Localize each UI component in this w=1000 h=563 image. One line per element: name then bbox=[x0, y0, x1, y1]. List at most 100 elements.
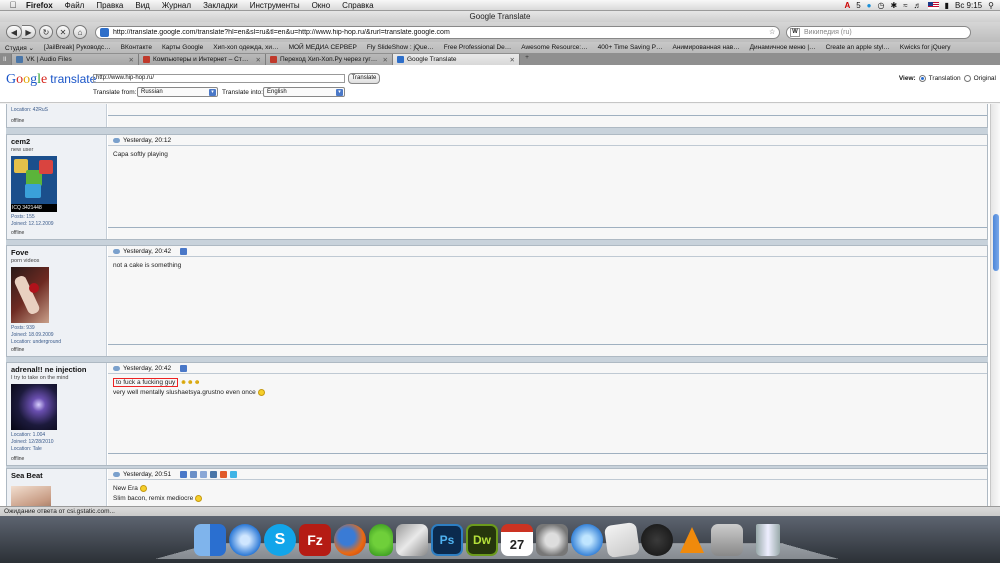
tab-vk-audio[interactable]: VK | Audio Files ✕ bbox=[12, 54, 139, 65]
close-icon[interactable]: ✕ bbox=[256, 56, 261, 64]
battery-icon[interactable]: ▮ bbox=[945, 1, 949, 10]
bookmark-item[interactable]: Динамичное меню |… bbox=[745, 44, 821, 51]
itunes-icon[interactable] bbox=[571, 524, 603, 556]
avatar[interactable]: ICQ 3421448 bbox=[11, 156, 57, 212]
tab-computers[interactable]: Компьютеры и Интернет – Ст… ✕ bbox=[139, 54, 266, 65]
link-icon[interactable] bbox=[200, 470, 208, 478]
source-language-select[interactable]: Russian ▾ bbox=[137, 87, 218, 97]
bookmark-item[interactable]: Анимированная нав… bbox=[667, 44, 744, 51]
volume-icon[interactable]: ♬ bbox=[914, 1, 922, 10]
apple-icon[interactable]:  bbox=[6, 0, 20, 10]
google-translate-logo[interactable]: Google translate bbox=[6, 72, 96, 88]
menu-view[interactable]: Вид bbox=[129, 1, 155, 10]
home-button[interactable]: ⌂ bbox=[73, 25, 87, 39]
stop-button[interactable]: ✕ bbox=[56, 25, 70, 39]
twitter-icon[interactable] bbox=[230, 470, 238, 478]
target-language-select[interactable]: English ▾ bbox=[263, 87, 345, 97]
adium-icon[interactable] bbox=[369, 524, 393, 556]
filezilla-icon[interactable]: Fz bbox=[299, 524, 331, 556]
tab-google-translate[interactable]: Google Translate ✕ bbox=[393, 54, 520, 65]
quote-icon[interactable] bbox=[180, 247, 188, 255]
tab-hiphop[interactable]: Переход Хип-Хоп.Ру через гуг… ✕ bbox=[266, 54, 393, 65]
menu-window[interactable]: Окно bbox=[306, 1, 337, 10]
bookmark-item[interactable]: Kwicks for jQuery bbox=[895, 44, 956, 51]
trash-icon[interactable] bbox=[756, 524, 780, 556]
preview-icon[interactable] bbox=[603, 521, 641, 559]
reload-button[interactable]: ↻ bbox=[39, 25, 53, 39]
menu-firefox[interactable]: Firefox bbox=[20, 1, 59, 10]
bookmark-item[interactable]: Студия ⌄ bbox=[0, 44, 39, 52]
xbmc-icon[interactable] bbox=[641, 524, 673, 556]
avatar[interactable] bbox=[11, 267, 49, 323]
menu-history[interactable]: Журнал bbox=[156, 1, 197, 10]
us-flag-icon[interactable] bbox=[927, 2, 939, 9]
vlc-icon[interactable] bbox=[676, 524, 708, 556]
firefox-icon[interactable] bbox=[334, 524, 366, 556]
dreamweaver-icon[interactable]: Dw bbox=[466, 524, 498, 556]
parallels-icon[interactable] bbox=[396, 524, 428, 556]
photoshop-icon[interactable]: Ps bbox=[431, 524, 463, 556]
skype-status-icon[interactable]: ● bbox=[867, 1, 872, 10]
bookmark-item[interactable]: [JailBreak] Руководс… bbox=[39, 44, 116, 51]
automator-icon[interactable] bbox=[711, 524, 743, 556]
skype-icon[interactable]: S bbox=[264, 524, 296, 556]
tab-pause-icon[interactable]: II bbox=[0, 54, 12, 65]
bookmark-star-icon[interactable]: ☆ bbox=[769, 28, 779, 36]
vk-share-icon[interactable] bbox=[210, 470, 218, 478]
bookmark-item[interactable]: Free Professional De… bbox=[439, 44, 517, 51]
menu-tools[interactable]: Инструменты bbox=[244, 1, 306, 10]
finder-icon[interactable] bbox=[194, 524, 226, 556]
view-original-label[interactable]: Original bbox=[974, 75, 996, 82]
profile-icon[interactable] bbox=[190, 470, 198, 478]
ical-icon[interactable]: 27 bbox=[501, 524, 533, 556]
bookmark-item[interactable]: Fly SlideShow : jQue… bbox=[362, 44, 439, 51]
bookmark-item[interactable]: Awesome Resource:… bbox=[516, 44, 592, 51]
safari-icon[interactable] bbox=[229, 524, 261, 556]
search-box[interactable]: W Википедия (ru) bbox=[786, 25, 971, 39]
system-preferences-icon[interactable] bbox=[536, 524, 568, 556]
close-icon[interactable]: ✕ bbox=[129, 56, 134, 64]
forward-button[interactable]: ▶ bbox=[22, 25, 36, 39]
post-username[interactable]: cem2 bbox=[11, 137, 102, 146]
clock[interactable]: Вс 9:15 bbox=[955, 1, 982, 10]
quote-icon[interactable] bbox=[180, 364, 188, 372]
translate-button[interactable]: Translate bbox=[348, 73, 380, 84]
time-machine-icon[interactable]: ◷ bbox=[878, 1, 885, 10]
post-username[interactable]: adrenal!! ne injection bbox=[11, 365, 102, 374]
wikipedia-icon[interactable]: W bbox=[790, 27, 800, 37]
post-username[interactable]: Fove bbox=[11, 248, 102, 257]
bookmark-item[interactable]: МОЙ МЕДИА СЕРВЕР bbox=[284, 44, 362, 51]
spotlight-icon[interactable]: ⚲ bbox=[988, 1, 994, 10]
view-translation-label[interactable]: Translation bbox=[929, 75, 961, 82]
vertical-scrollbar[interactable] bbox=[990, 104, 1000, 506]
new-tab-button[interactable]: + bbox=[520, 54, 534, 65]
close-icon[interactable]: ✕ bbox=[383, 56, 388, 64]
view-translation-radio[interactable] bbox=[918, 75, 926, 82]
address-text[interactable]: http://translate.google.com/translate?hl… bbox=[113, 29, 769, 36]
adobe-icon[interactable]: A bbox=[844, 1, 850, 10]
wifi-icon[interactable]: ≈ bbox=[903, 1, 907, 10]
post-username[interactable]: Sea Beat bbox=[11, 471, 102, 480]
quote-icon[interactable] bbox=[180, 470, 188, 478]
bookmark-item[interactable]: Хип-хоп одежда, хи… bbox=[208, 44, 283, 51]
avatar[interactable] bbox=[11, 486, 51, 506]
bookmark-item[interactable]: 400+ Time Saving P… bbox=[593, 44, 668, 51]
menu-bookmarks[interactable]: Закладки bbox=[197, 1, 244, 10]
bookmark-item[interactable]: Карты Google bbox=[157, 44, 208, 51]
menu-help[interactable]: Справка bbox=[336, 1, 379, 10]
avatar[interactable] bbox=[11, 384, 57, 430]
menu-edit[interactable]: Правка bbox=[90, 1, 129, 10]
bookmark-item[interactable]: ВКонтакте bbox=[116, 44, 157, 51]
bookmark-item[interactable]: Create an apple styl… bbox=[821, 44, 895, 51]
close-icon[interactable]: ✕ bbox=[510, 56, 515, 64]
search-placeholder[interactable]: Википедия (ru) bbox=[804, 29, 852, 36]
scrollbar-thumb[interactable] bbox=[993, 214, 999, 271]
view-original-radio[interactable] bbox=[963, 75, 971, 82]
translate-url-input[interactable]: http://www.hip-hop.ru/ bbox=[93, 74, 345, 83]
bluetooth-icon[interactable]: ✱ bbox=[891, 1, 898, 10]
mail-share-icon[interactable] bbox=[220, 470, 228, 478]
address-bar[interactable]: http://translate.google.com/translate?hl… bbox=[95, 25, 780, 39]
menu-file[interactable]: Файл bbox=[59, 1, 91, 10]
user-status: offline bbox=[11, 347, 25, 353]
back-button[interactable]: ◀ bbox=[6, 25, 22, 39]
